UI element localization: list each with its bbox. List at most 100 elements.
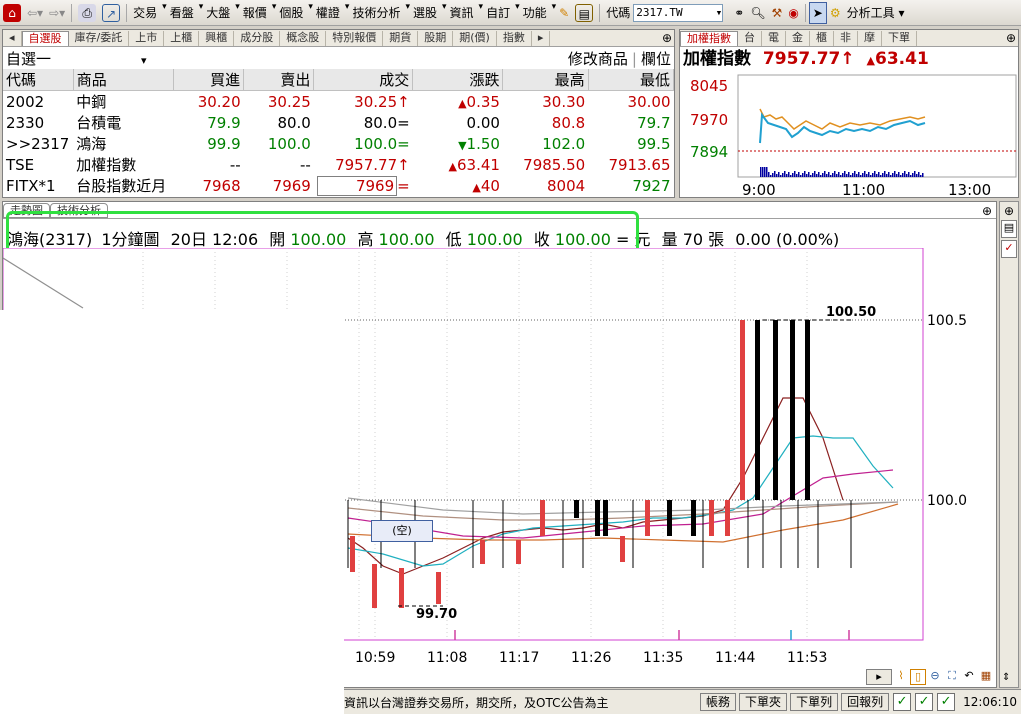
bar-icon[interactable]: ▦ bbox=[978, 669, 994, 685]
forward-icon[interactable]: ⇨▾ bbox=[46, 2, 68, 24]
tab-index[interactable]: 台 bbox=[738, 31, 762, 46]
menu-item[interactable]: 功能 bbox=[520, 2, 550, 24]
tab-watchlist[interactable]: 上櫃 bbox=[164, 31, 200, 46]
tab-index[interactable]: 金 bbox=[786, 31, 810, 46]
tab-watchlist[interactable]: 自選股 bbox=[21, 31, 69, 46]
column-header[interactable]: 最高 bbox=[502, 69, 589, 91]
table-row[interactable]: 2330 台積電 79.9 80.0 80.0= 0.00 80.8 79.7 bbox=[3, 112, 674, 133]
edit-symbols-button[interactable]: 修改商品 bbox=[568, 50, 628, 68]
tab-watchlist[interactable]: 指數 bbox=[497, 31, 532, 46]
back-icon[interactable]: ⇦▾ bbox=[24, 2, 46, 24]
menu-item[interactable]: 自訂 bbox=[483, 2, 513, 24]
tools-icon[interactable]: ⚒ bbox=[769, 2, 786, 24]
toolbar-divider bbox=[804, 3, 806, 22]
table-row[interactable]: TSE加權指數----7957.77↑63.417985.507913.65 bbox=[3, 154, 674, 175]
menu-item[interactable]: 大盤 bbox=[203, 2, 233, 24]
search-icon[interactable]: 🔍︎ bbox=[747, 2, 768, 24]
print-icon[interactable]: ⎙ bbox=[75, 2, 99, 24]
index-volume-bar bbox=[860, 175, 862, 177]
tab-index[interactable]: 摩 bbox=[858, 31, 882, 46]
side-tab[interactable]: ▤ bbox=[1001, 220, 1017, 238]
binoculars-icon[interactable]: ⚭ bbox=[731, 2, 747, 24]
column-header[interactable]: 賣出 bbox=[243, 69, 315, 91]
index-volume-bar bbox=[844, 171, 846, 177]
menu-item[interactable]: 技術分析 bbox=[349, 2, 403, 24]
tab-watchlist[interactable]: 興櫃 bbox=[199, 31, 235, 46]
toggle-check-2[interactable]: ✓ bbox=[915, 693, 934, 711]
pen-icon[interactable]: ✎ bbox=[556, 2, 572, 24]
toggle-check-3[interactable]: ✓ bbox=[937, 693, 956, 711]
menu-item[interactable]: 看盤 bbox=[167, 2, 197, 24]
index-volume-bar bbox=[796, 174, 798, 177]
tab-watchlist[interactable]: 期貨 bbox=[383, 31, 419, 46]
watchlist-select[interactable]: 自選一 ▾ bbox=[6, 48, 147, 69]
menu-item[interactable]: 選股 bbox=[410, 2, 440, 24]
column-header[interactable]: 成交 bbox=[313, 69, 414, 91]
menu-item[interactable]: 權證 bbox=[313, 2, 343, 24]
cursor-icon[interactable]: ➤ bbox=[808, 1, 827, 24]
toggle-check-1[interactable]: ✓ bbox=[893, 693, 912, 711]
status-button[interactable]: 帳務 bbox=[700, 693, 737, 711]
chevron-down-icon[interactable]: ▾ bbox=[141, 54, 147, 67]
zoom-icon[interactable]: ⊕ bbox=[1006, 31, 1016, 45]
index-tabbar: 加權指數台電金櫃非摩下單 bbox=[680, 30, 1018, 47]
tab-watchlist[interactable]: 成分股 bbox=[234, 31, 281, 46]
menu-item[interactable]: 交易 bbox=[130, 2, 160, 24]
table-row[interactable]: >>2317鴻海99.9100.0100.0=1.50102.099.5 bbox=[3, 133, 674, 154]
index-volume-bar bbox=[920, 175, 922, 177]
index-volume-bar bbox=[836, 174, 838, 177]
tab-watchlist[interactable]: 上市 bbox=[129, 31, 165, 46]
tab-index[interactable]: 加權指數 bbox=[680, 31, 738, 46]
zoom-icon[interactable]: ⊕ bbox=[1001, 204, 1017, 218]
scroll-arrows-icon[interactable]: ⇕ bbox=[1002, 672, 1010, 683]
notes-icon[interactable]: ▤ bbox=[572, 2, 596, 24]
tab-index[interactable]: 下單 bbox=[882, 31, 917, 46]
tab-watchlist[interactable]: 股期 bbox=[418, 31, 454, 46]
tab-watchlist[interactable]: 特別報價 bbox=[326, 31, 384, 46]
bookmark-icon[interactable]: ◉ bbox=[785, 2, 801, 24]
tab-index[interactable]: 電 bbox=[762, 31, 786, 46]
home-icon[interactable]: ⌂ bbox=[0, 2, 24, 24]
status-button[interactable]: 下單夾 bbox=[739, 693, 788, 711]
tab-index[interactable]: 櫃 bbox=[810, 31, 834, 46]
side-check-icon[interactable]: ✓ bbox=[1001, 240, 1017, 258]
popout-icon[interactable]: ↗ bbox=[99, 2, 123, 24]
status-buttons: 帳務 下單夾 下單列 回報列 bbox=[700, 693, 890, 711]
tab-watchlist[interactable]: 期(價) bbox=[453, 31, 497, 46]
column-header[interactable]: 漲跌 bbox=[412, 69, 504, 91]
column-header[interactable]: 代碼 bbox=[3, 69, 74, 91]
zoom-out-icon[interactable]: ⊖ bbox=[927, 669, 943, 685]
columns-button[interactable]: 欄位 bbox=[641, 50, 671, 68]
tab-watchlist[interactable]: 概念股 bbox=[280, 31, 327, 46]
menu-item[interactable]: 個股 bbox=[276, 2, 306, 24]
candle-icon[interactable]: ▯ bbox=[910, 669, 926, 685]
zoom-icon[interactable]: ⊕ bbox=[982, 204, 992, 218]
column-header[interactable]: 買進 bbox=[173, 69, 245, 91]
status-button[interactable]: 回報列 bbox=[841, 693, 890, 711]
ask-price: 7969 bbox=[272, 176, 311, 195]
table-row[interactable]: FITX*1台股指數近月796879697969=4080047927 bbox=[3, 175, 674, 196]
tab-scroll-left[interactable]: ◂ bbox=[3, 31, 22, 46]
tab-watchlist[interactable]: 庫存/委託 bbox=[69, 31, 130, 46]
scroll-right-button[interactable]: ▸ bbox=[866, 669, 892, 685]
analysis-tools-menu[interactable]: 分析工具 ▾ bbox=[844, 2, 908, 24]
analysis-tools-icon[interactable]: ⚙ bbox=[827, 2, 844, 24]
candle bbox=[790, 320, 795, 500]
chevron-down-icon[interactable]: ▾ bbox=[716, 5, 723, 21]
undo-icon[interactable]: ↶ bbox=[961, 669, 977, 685]
candle bbox=[805, 320, 810, 500]
tab-index[interactable]: 非 bbox=[834, 31, 858, 46]
line-chart-icon[interactable]: ⌇ bbox=[893, 669, 909, 685]
column-header[interactable]: 最低 bbox=[588, 69, 675, 91]
menu-item[interactable]: 報價 bbox=[240, 2, 270, 24]
fit-icon[interactable]: ⛶ bbox=[944, 669, 960, 685]
tab-scroll-right[interactable]: ▸ bbox=[532, 31, 551, 46]
status-button[interactable]: 下單列 bbox=[790, 693, 839, 711]
index-volume-bar bbox=[776, 174, 778, 177]
column-header[interactable]: 商品 bbox=[73, 69, 174, 91]
zoom-icon[interactable]: ⊕ bbox=[662, 31, 672, 45]
menu-item[interactable]: 資訊 bbox=[447, 2, 477, 24]
index-volume-bar bbox=[908, 172, 910, 177]
code-input[interactable]: 2317.TW ▾ bbox=[633, 3, 724, 22]
table-row[interactable]: 2002中鋼30.2030.2530.25↑0.3530.3030.00 bbox=[3, 91, 674, 113]
